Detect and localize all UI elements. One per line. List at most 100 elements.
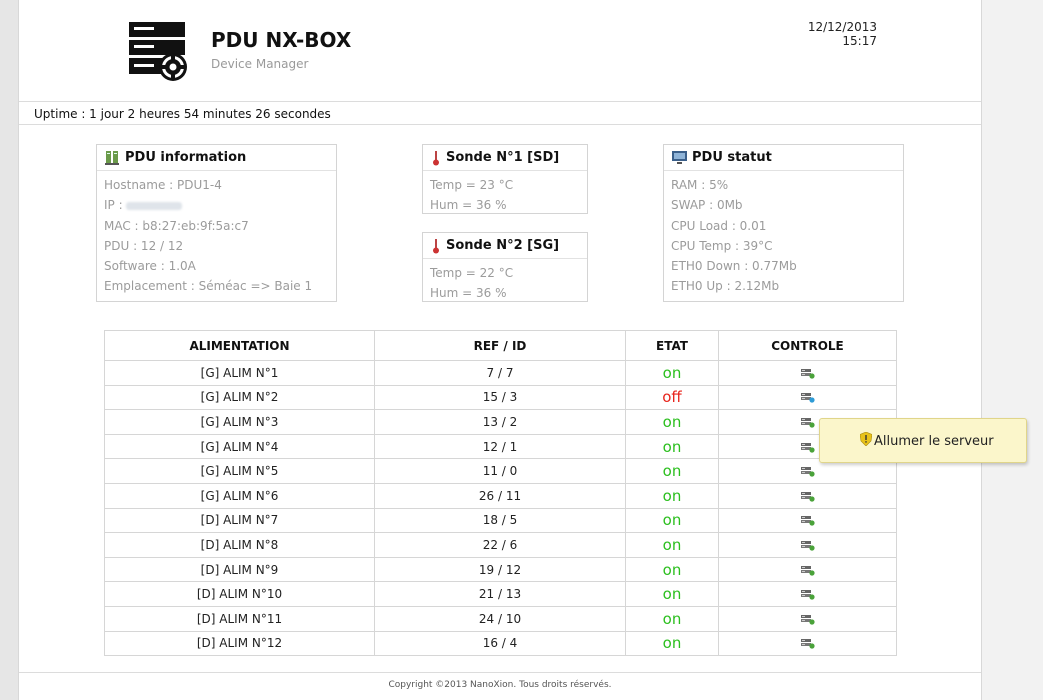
etat-cell: on bbox=[625, 458, 719, 484]
col-header-alimentation: ALIMENTATION bbox=[104, 330, 375, 361]
uptime-bar: Uptime : 1 jour 2 heures 54 minutes 26 s… bbox=[19, 101, 981, 125]
col-header-controle: CONTROLE bbox=[718, 330, 897, 361]
pdu-statut-title: PDU statut bbox=[692, 150, 772, 165]
power-off-server-icon[interactable] bbox=[800, 589, 815, 600]
footer-copyright: Copyright ©2013 NanoXion. Tous droits ré… bbox=[388, 680, 612, 690]
ref-id: 11 / 0 bbox=[374, 458, 626, 484]
window-right-margin bbox=[981, 0, 1043, 700]
power-off-server-icon[interactable] bbox=[800, 417, 815, 428]
ip-row: IP : bbox=[104, 195, 329, 215]
ref-id: 7 / 7 bbox=[374, 360, 626, 386]
etat-status: on bbox=[662, 363, 682, 382]
etat-status: on bbox=[662, 412, 682, 431]
etat-status: on bbox=[662, 560, 682, 579]
ref-id: 15 / 3 bbox=[374, 384, 626, 411]
power-off-server-icon[interactable] bbox=[800, 368, 815, 379]
ram-text: RAM : 5% bbox=[671, 178, 729, 192]
etat-cell: on bbox=[625, 532, 719, 558]
table-row: [D] ALIM N°9 19 / 12 on bbox=[104, 556, 897, 583]
etat-status: on bbox=[662, 437, 682, 456]
table-row: [D] ALIM N°12 16 / 4 on bbox=[104, 630, 897, 657]
etat-cell: on bbox=[625, 507, 719, 534]
power-off-server-icon[interactable] bbox=[800, 491, 815, 502]
alimentation-name: [G] ALIM N°2 bbox=[104, 384, 375, 411]
table-row: [D] ALIM N°7 18 / 5 on bbox=[104, 507, 897, 534]
emplacement-text: Emplacement : Séméac => Baie 1 bbox=[104, 279, 313, 294]
uptime-text: Uptime : 1 jour 2 heures 54 minutes 26 s… bbox=[34, 107, 331, 121]
etat-status: on bbox=[662, 535, 682, 554]
ref-id: 22 / 6 bbox=[374, 532, 626, 558]
sonde-2-temp: Temp = 22 °C bbox=[430, 266, 514, 280]
controle-cell bbox=[718, 507, 897, 534]
table-row: [D] ALIM N°11 24 / 10 on bbox=[104, 605, 897, 632]
alimentation-name: [D] ALIM N°12 bbox=[104, 630, 375, 657]
eth0-down-text: ETH0 Down : 0.77Mb bbox=[671, 259, 797, 274]
power-on-server-icon[interactable] bbox=[800, 392, 815, 403]
controle-cell bbox=[718, 556, 897, 583]
col-header-etat: ETAT bbox=[625, 330, 719, 361]
time-text: 15:17 bbox=[842, 34, 877, 48]
ip-label: IP : bbox=[104, 198, 123, 213]
alimentation-name: [G] ALIM N°6 bbox=[104, 482, 375, 509]
table-row: [G] ALIM N°5 11 / 0 on bbox=[104, 458, 897, 484]
page-container: PDU NX-BOX Device Manager 12/12/2013 15:… bbox=[18, 0, 982, 700]
ref-id: 18 / 5 bbox=[374, 507, 626, 534]
etat-status: on bbox=[662, 609, 682, 628]
etat-cell: on bbox=[625, 482, 719, 509]
etat-cell: on bbox=[625, 605, 719, 632]
table-row: [G] ALIM N°2 15 / 3 off bbox=[104, 384, 897, 411]
power-off-server-icon[interactable] bbox=[800, 466, 815, 477]
ref-id: 19 / 12 bbox=[374, 556, 626, 583]
power-off-server-icon[interactable] bbox=[800, 565, 815, 576]
thermometer-icon bbox=[433, 238, 439, 253]
pdu-information-panel: PDU information Hostname : PDU1-4 IP : M… bbox=[96, 144, 337, 302]
etat-status: off bbox=[662, 388, 682, 407]
table-header-row: ALIMENTATION REF / ID ETAT CONTROLE bbox=[104, 330, 897, 361]
etat-status: on bbox=[662, 511, 682, 530]
ref-id: 26 / 11 bbox=[374, 482, 626, 509]
cpu-load-text: CPU Load : 0.01 bbox=[671, 218, 767, 233]
pdu-information-header: PDU information bbox=[97, 145, 336, 171]
header: PDU NX-BOX Device Manager 12/12/2013 15:… bbox=[19, 0, 981, 101]
tooltip: Allumer le serveur bbox=[819, 418, 1027, 463]
controle-cell bbox=[718, 581, 897, 607]
cpu-temp-text: CPU Temp : 39°C bbox=[671, 238, 773, 253]
power-off-server-icon[interactable] bbox=[800, 442, 815, 453]
swap-text: SWAP : 0Mb bbox=[671, 198, 743, 213]
table-row: [D] ALIM N°8 22 / 6 on bbox=[104, 532, 897, 558]
table-row: [G] ALIM N°4 12 / 1 on bbox=[104, 433, 897, 460]
hostname-text: Hostname : PDU1-4 bbox=[104, 178, 222, 192]
power-off-server-icon[interactable] bbox=[800, 638, 815, 649]
monitor-icon bbox=[672, 150, 687, 164]
etat-status: on bbox=[662, 462, 682, 481]
controle-cell bbox=[718, 605, 897, 632]
etat-cell: off bbox=[625, 384, 719, 411]
power-off-server-icon[interactable] bbox=[800, 540, 815, 551]
power-off-server-icon[interactable] bbox=[800, 614, 815, 625]
alimentation-name: [D] ALIM N°10 bbox=[104, 581, 375, 607]
alimentation-table: ALIMENTATION REF / ID ETAT CONTROLE [G] … bbox=[104, 330, 897, 657]
alimentation-name: [D] ALIM N°11 bbox=[104, 605, 375, 632]
pdu-count-text: PDU : 12 / 12 bbox=[104, 238, 184, 253]
ip-value-blurred bbox=[126, 201, 183, 210]
pdu-statut-panel: PDU statut RAM : 5% SWAP : 0Mb CPU Load … bbox=[663, 144, 904, 302]
controle-cell bbox=[718, 384, 897, 411]
table-row: [G] ALIM N°3 13 / 2 on bbox=[104, 409, 897, 435]
controle-cell bbox=[718, 482, 897, 509]
software-text: Software : 1.0A bbox=[104, 259, 196, 274]
power-off-server-icon[interactable] bbox=[800, 515, 815, 526]
tooltip-text: Allumer le serveur bbox=[874, 434, 994, 449]
etat-status: on bbox=[662, 634, 682, 653]
eth0-up-text: ETH0 Up : 2.12Mb bbox=[671, 279, 780, 294]
alimentation-name: [D] ALIM N°9 bbox=[104, 556, 375, 583]
thermometer-icon bbox=[433, 150, 439, 165]
table-row: [D] ALIM N°10 21 / 13 on bbox=[104, 581, 897, 607]
server-gear-logo-icon bbox=[129, 22, 187, 81]
controle-cell bbox=[718, 630, 897, 657]
ref-id: 21 / 13 bbox=[374, 581, 626, 607]
alimentation-name: [D] ALIM N°7 bbox=[104, 507, 375, 534]
date-text: 12/12/2013 bbox=[807, 20, 877, 34]
sonde-1-hum: Hum = 36 % bbox=[430, 198, 507, 213]
alimentation-name: [D] ALIM N°8 bbox=[104, 532, 375, 558]
sonde-2-panel: Sonde N°2 [SG] Temp = 22 °C Hum = 36 % bbox=[422, 232, 588, 302]
